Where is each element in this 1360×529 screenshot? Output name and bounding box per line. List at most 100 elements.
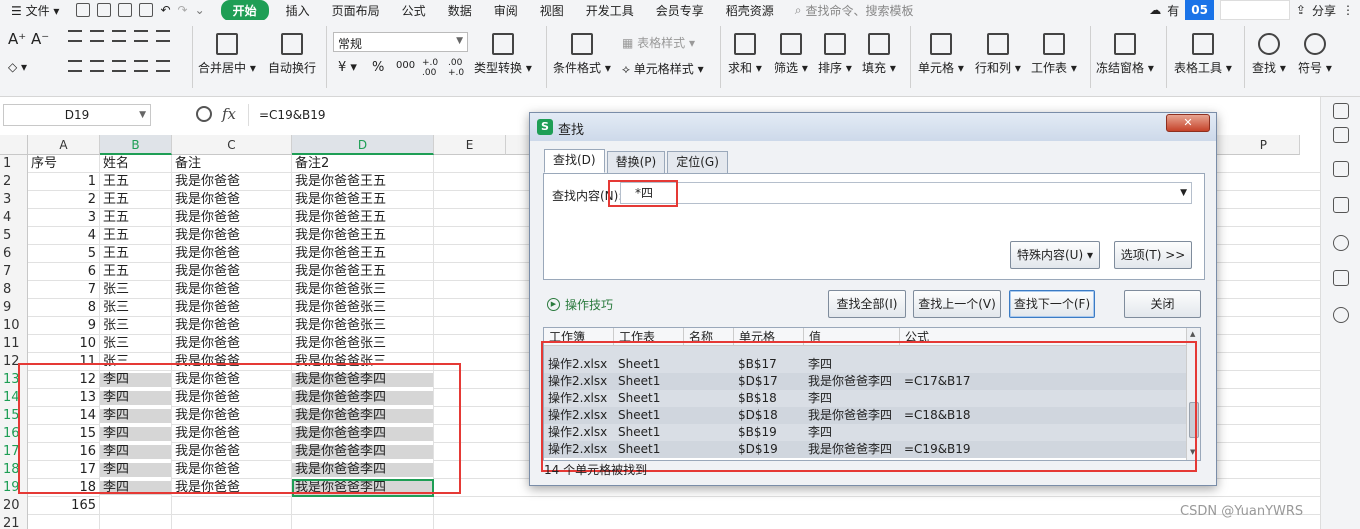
cell-c[interactable]: 我是你爸爸	[172, 335, 292, 353]
cell-a[interactable]: 6	[28, 263, 100, 281]
column-header-c[interactable]: C	[172, 135, 292, 155]
find-all-button[interactable]: 查找全部(I)	[828, 290, 906, 318]
find-content-input[interactable]: *四 ▼	[620, 182, 1192, 204]
zoom-icon[interactable]	[196, 106, 212, 122]
filter-button[interactable]: 筛选 ▾	[774, 33, 808, 76]
tab-review[interactable]: 审阅	[483, 2, 529, 19]
print-preview-icon[interactable]	[139, 3, 154, 17]
cell-a[interactable]: 14	[28, 407, 100, 425]
row-header[interactable]: 21	[0, 515, 28, 529]
cell-b[interactable]: 李四	[100, 443, 172, 461]
panel-toggle-icon[interactable]	[1333, 103, 1349, 119]
tab-member[interactable]: 会员专享	[645, 2, 715, 19]
cell-b[interactable]: 张三	[100, 317, 172, 335]
cell-d[interactable]: 我是你爸爸李四	[292, 443, 434, 461]
cell-b[interactable]: 姓名	[100, 155, 172, 173]
align-left-buttons[interactable]	[68, 60, 178, 75]
cell-b[interactable]: 张三	[100, 353, 172, 371]
cell-b[interactable]: 王五	[100, 263, 172, 281]
cell-a[interactable]: 7	[28, 281, 100, 299]
increase-decimal-button[interactable]: +.0 .00	[422, 58, 442, 78]
fx-icon[interactable]: fx	[222, 105, 236, 123]
thousands-button[interactable]: 000	[396, 60, 415, 71]
cell-button[interactable]: 单元格 ▾	[918, 33, 964, 76]
merge-center-button[interactable]: 合并居中 ▾	[198, 33, 256, 76]
cell-style-button[interactable]: ⟡ 单元格样式 ▾	[622, 60, 704, 77]
options-button[interactable]: 选项(T) >>	[1114, 241, 1192, 269]
cell-c[interactable]: 我是你爸爸	[172, 299, 292, 317]
column-header-a[interactable]: A	[28, 135, 100, 155]
find-button[interactable]: 查找 ▾	[1252, 33, 1286, 76]
row-header[interactable]: 8	[0, 281, 28, 299]
cell-c[interactable]	[172, 497, 292, 515]
row-header[interactable]: 14	[0, 389, 28, 407]
cell-a[interactable]: 2	[28, 191, 100, 209]
number-format-select[interactable]: 常规 ▼	[333, 32, 468, 52]
scroll-down-icon[interactable]: ▼	[1190, 448, 1195, 456]
cell-c[interactable]: 备注	[172, 155, 292, 173]
operation-tips-link[interactable]: ▶ 操作技巧	[547, 296, 613, 313]
name-box[interactable]: D19 ▼	[3, 104, 151, 126]
cell-d[interactable]: 我是你爸爸张三	[292, 299, 434, 317]
cell-b[interactable]: 李四	[100, 479, 172, 497]
cell-b[interactable]: 李四	[100, 425, 172, 443]
cell-a[interactable]: 16	[28, 443, 100, 461]
cell-b[interactable]: 李四	[100, 371, 172, 389]
tab-goto[interactable]: 定位(G)	[667, 151, 728, 173]
cell-b[interactable]: 李四	[100, 407, 172, 425]
cell-d[interactable]: 我是你爸爸李四	[292, 461, 434, 479]
col-formula[interactable]: 公式	[900, 328, 1186, 346]
col-worksheet[interactable]: 工作表	[614, 328, 684, 346]
row-header[interactable]: 16	[0, 425, 28, 443]
row-header[interactable]: 19	[0, 479, 28, 497]
row-header[interactable]: 18	[0, 461, 28, 479]
table-style-button[interactable]: ▦ 表格样式 ▾	[622, 34, 695, 51]
print-icon[interactable]	[118, 3, 133, 17]
cell-a[interactable]: 18	[28, 479, 100, 497]
cell-d[interactable]: 我是你爸爸李四	[292, 371, 434, 389]
cell-a[interactable]: 3	[28, 209, 100, 227]
cell-b[interactable]: 李四	[100, 461, 172, 479]
cell-a[interactable]	[28, 515, 100, 529]
special-content-button[interactable]: 特殊内容(U) ▾	[1010, 241, 1100, 269]
column-header-d[interactable]: D	[292, 135, 434, 155]
row-header[interactable]: 4	[0, 209, 28, 227]
cell-b[interactable]: 王五	[100, 173, 172, 191]
clear-format-button[interactable]: ◇ ▾	[8, 60, 27, 74]
cursor-icon[interactable]	[1333, 127, 1349, 143]
export-icon[interactable]	[97, 3, 112, 17]
cell-d[interactable]: 我是你爸爸张三	[292, 317, 434, 335]
user-avatar[interactable]: 05	[1185, 0, 1214, 20]
cell-c[interactable]: 我是你爸爸	[172, 191, 292, 209]
tab-find[interactable]: 查找(D)	[544, 149, 605, 173]
cell-a[interactable]: 12	[28, 371, 100, 389]
sync-status[interactable]: 有	[1167, 2, 1179, 19]
share-button[interactable]: 分享	[1312, 2, 1336, 19]
row-header[interactable]: 7	[0, 263, 28, 281]
cell-b[interactable]: 张三	[100, 299, 172, 317]
cell-b[interactable]: 王五	[100, 245, 172, 263]
cloud-icon[interactable]: ☁	[1149, 3, 1161, 17]
row-header[interactable]: 3	[0, 191, 28, 209]
cell-c[interactable]	[172, 515, 292, 529]
tab-formulas[interactable]: 公式	[391, 2, 437, 19]
tab-insert[interactable]: 插入	[275, 2, 321, 19]
row-header[interactable]: 20	[0, 497, 28, 515]
cell-d[interactable]: 我是你爸爸李四	[292, 389, 434, 407]
row-header[interactable]: 2	[0, 173, 28, 191]
result-row[interactable]: 操作2.xlsx Sheet1 $D$17 我是你爸爸李四 =C17&B17	[544, 373, 1186, 390]
row-header[interactable]: 15	[0, 407, 28, 425]
properties-icon[interactable]	[1333, 197, 1349, 213]
cell-d[interactable]: 我是你爸爸王五	[292, 209, 434, 227]
col-name[interactable]: 名称	[684, 328, 734, 346]
tab-view[interactable]: 视图	[529, 2, 575, 19]
save-icon[interactable]	[76, 3, 91, 17]
wrap-text-button[interactable]: 自动换行	[268, 33, 316, 76]
row-col-button[interactable]: 行和列 ▾	[975, 33, 1021, 76]
sum-button[interactable]: 求和 ▾	[728, 33, 762, 76]
result-row[interactable]: 操作2.xlsx Sheet1 $D$19 我是你爸爸李四 =C19&B19	[544, 441, 1186, 458]
fill-button[interactable]: 填充 ▾	[862, 33, 896, 76]
cell-d[interactable]: 我是你爸爸王五	[292, 227, 434, 245]
cell-c[interactable]: 我是你爸爸	[172, 479, 292, 497]
column-header-e[interactable]: E	[434, 135, 506, 155]
